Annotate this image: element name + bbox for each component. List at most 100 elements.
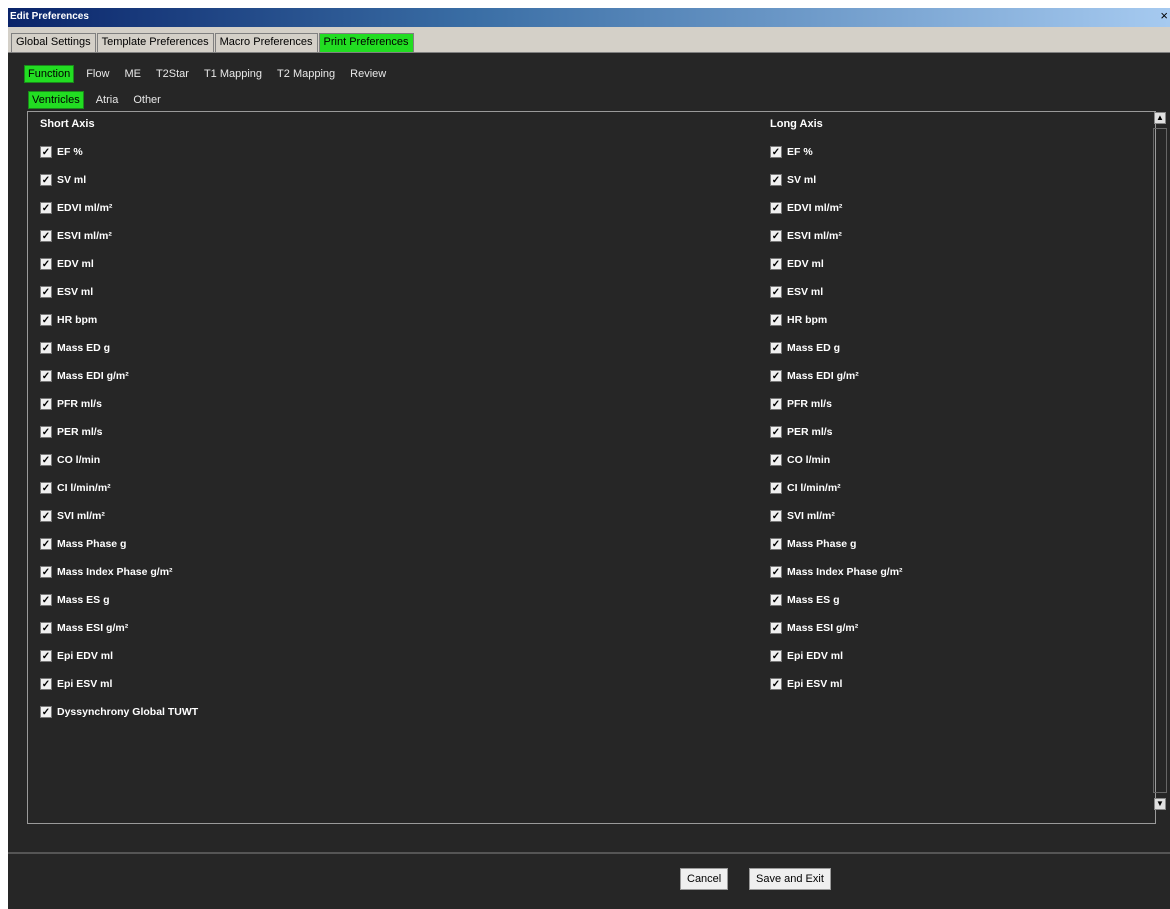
scroll-down-icon[interactable]: ▼ — [1154, 798, 1166, 810]
long-axis-checkbox-row[interactable]: ✓ CO l/min — [770, 446, 903, 474]
cancel-button[interactable]: Cancel — [680, 868, 729, 890]
short-axis-checkbox-row[interactable]: ✓ Mass ESI g/m² — [40, 614, 198, 642]
checkbox-checked-icon[interactable]: ✓ — [770, 454, 782, 466]
short-axis-checkbox-row[interactable]: ✓ Mass ED g — [40, 334, 198, 362]
close-icon[interactable]: × — [1160, 8, 1168, 23]
short-axis-checkbox-row[interactable]: ✓ ESVI ml/m² — [40, 222, 198, 250]
long-axis-checkbox-row[interactable]: ✓ ESV ml — [770, 278, 903, 306]
checkbox-checked-icon[interactable]: ✓ — [770, 370, 782, 382]
checkbox-checked-icon[interactable]: ✓ — [770, 566, 782, 578]
short-axis-checkbox-row[interactable]: ✓ CO l/min — [40, 446, 198, 474]
tab-t2-mapping[interactable]: T2 Mapping — [274, 66, 338, 82]
short-axis-checkbox-row[interactable]: ✓ Epi ESV ml — [40, 670, 198, 698]
checkbox-checked-icon[interactable]: ✓ — [770, 398, 782, 410]
long-axis-checkbox-row[interactable]: ✓ ESVI ml/m² — [770, 222, 903, 250]
checkbox-checked-icon[interactable]: ✓ — [40, 342, 52, 354]
short-axis-checkbox-row[interactable]: ✓ EDVI ml/m² — [40, 194, 198, 222]
short-axis-checkbox-row[interactable]: ✓ PFR ml/s — [40, 390, 198, 418]
checkbox-checked-icon[interactable]: ✓ — [770, 482, 782, 494]
short-axis-checkbox-row[interactable]: ✓ HR bpm — [40, 306, 198, 334]
long-axis-checkbox-row[interactable]: ✓ PFR ml/s — [770, 390, 903, 418]
tab-atria[interactable]: Atria — [93, 92, 122, 108]
checkbox-checked-icon[interactable]: ✓ — [770, 594, 782, 606]
long-axis-checkbox-row[interactable]: ✓ Mass EDI g/m² — [770, 362, 903, 390]
checkbox-checked-icon[interactable]: ✓ — [770, 342, 782, 354]
checkbox-checked-icon[interactable]: ✓ — [40, 594, 52, 606]
tab-me[interactable]: ME — [121, 66, 144, 82]
checkbox-checked-icon[interactable]: ✓ — [770, 230, 782, 242]
short-axis-checkbox-row[interactable]: ✓ SV ml — [40, 166, 198, 194]
checkbox-checked-icon[interactable]: ✓ — [40, 314, 52, 326]
short-axis-checkbox-row[interactable]: ✓ Mass Index Phase g/m² — [40, 558, 198, 586]
checkbox-checked-icon[interactable]: ✓ — [40, 482, 52, 494]
tab-ventricles[interactable]: Ventricles — [28, 91, 84, 109]
long-axis-checkbox-row[interactable]: ✓ Epi EDV ml — [770, 642, 903, 670]
checkbox-checked-icon[interactable]: ✓ — [40, 286, 52, 298]
short-axis-checkbox-row[interactable]: ✓ Mass ES g — [40, 586, 198, 614]
checkbox-checked-icon[interactable]: ✓ — [40, 426, 52, 438]
short-axis-checkbox-row[interactable]: ✓ ESV ml — [40, 278, 198, 306]
checkbox-checked-icon[interactable]: ✓ — [40, 510, 52, 522]
checkbox-checked-icon[interactable]: ✓ — [770, 650, 782, 662]
long-axis-checkbox-row[interactable]: ✓ Mass ES g — [770, 586, 903, 614]
long-axis-checkbox-row[interactable]: ✓ Mass Index Phase g/m² — [770, 558, 903, 586]
short-axis-checkbox-row[interactable]: ✓ Epi EDV ml — [40, 642, 198, 670]
checkbox-checked-icon[interactable]: ✓ — [40, 174, 52, 186]
save-and-exit-button[interactable]: Save and Exit — [749, 868, 831, 890]
tab-function[interactable]: Function — [24, 65, 75, 83]
short-axis-checkbox-row[interactable]: ✓ SVI ml/m² — [40, 502, 198, 530]
short-axis-checkbox-row[interactable]: ✓ Mass Phase g — [40, 530, 198, 558]
long-axis-checkbox-row[interactable]: ✓ PER ml/s — [770, 418, 903, 446]
checkbox-checked-icon[interactable]: ✓ — [770, 146, 782, 158]
long-axis-checkbox-row[interactable]: ✓ HR bpm — [770, 306, 903, 334]
checkbox-checked-icon[interactable]: ✓ — [40, 650, 52, 662]
tab-review[interactable]: Review — [347, 66, 389, 82]
scroll-up-icon[interactable]: ▲ — [1154, 112, 1166, 124]
long-axis-checkbox-row[interactable]: ✓ EF % — [770, 138, 903, 166]
checkbox-checked-icon[interactable]: ✓ — [40, 622, 52, 634]
tab-global-settings[interactable]: Global Settings — [11, 33, 96, 52]
checkbox-checked-icon[interactable]: ✓ — [40, 370, 52, 382]
checkbox-checked-icon[interactable]: ✓ — [40, 454, 52, 466]
scroll-track[interactable] — [1153, 128, 1167, 793]
tab-t1-mapping[interactable]: T1 Mapping — [201, 66, 265, 82]
checkbox-checked-icon[interactable]: ✓ — [40, 398, 52, 410]
long-axis-checkbox-row[interactable]: ✓ Mass ESI g/m² — [770, 614, 903, 642]
long-axis-checkbox-row[interactable]: ✓ SV ml — [770, 166, 903, 194]
checkbox-checked-icon[interactable]: ✓ — [770, 678, 782, 690]
checkbox-checked-icon[interactable]: ✓ — [770, 426, 782, 438]
checkbox-checked-icon[interactable]: ✓ — [770, 314, 782, 326]
checkbox-checked-icon[interactable]: ✓ — [770, 202, 782, 214]
tab-other[interactable]: Other — [130, 92, 164, 108]
short-axis-checkbox-row[interactable]: ✓ CI l/min/m² — [40, 474, 198, 502]
tab-flow[interactable]: Flow — [83, 66, 112, 82]
long-axis-checkbox-row[interactable]: ✓ EDV ml — [770, 250, 903, 278]
checkbox-checked-icon[interactable]: ✓ — [770, 258, 782, 270]
checkbox-checked-icon[interactable]: ✓ — [40, 258, 52, 270]
long-axis-checkbox-row[interactable]: ✓ CI l/min/m² — [770, 474, 903, 502]
checkbox-checked-icon[interactable]: ✓ — [770, 286, 782, 298]
checkbox-checked-icon[interactable]: ✓ — [40, 678, 52, 690]
checkbox-checked-icon[interactable]: ✓ — [40, 146, 52, 158]
checkbox-checked-icon[interactable]: ✓ — [770, 510, 782, 522]
tab-print-preferences[interactable]: Print Preferences — [318, 33, 414, 52]
checkbox-checked-icon[interactable]: ✓ — [770, 538, 782, 550]
checkbox-checked-icon[interactable]: ✓ — [40, 706, 52, 718]
tab-template-preferences[interactable]: Template Preferences — [96, 33, 214, 52]
tab-t2star[interactable]: T2Star — [153, 66, 192, 82]
checkbox-checked-icon[interactable]: ✓ — [770, 622, 782, 634]
checkbox-checked-icon[interactable]: ✓ — [40, 566, 52, 578]
long-axis-checkbox-row[interactable]: ✓ Mass Phase g — [770, 530, 903, 558]
short-axis-checkbox-row[interactable]: ✓ PER ml/s — [40, 418, 198, 446]
checkbox-checked-icon[interactable]: ✓ — [40, 230, 52, 242]
vertical-scrollbar[interactable]: ▲ ▼ — [1152, 112, 1170, 827]
checkbox-checked-icon[interactable]: ✓ — [40, 538, 52, 550]
long-axis-checkbox-row[interactable]: ✓ SVI ml/m² — [770, 502, 903, 530]
short-axis-checkbox-row[interactable]: ✓ Mass EDI g/m² — [40, 362, 198, 390]
short-axis-checkbox-row[interactable]: ✓ EF % — [40, 138, 198, 166]
long-axis-checkbox-row[interactable]: ✓ Epi ESV ml — [770, 670, 903, 698]
checkbox-checked-icon[interactable]: ✓ — [770, 174, 782, 186]
checkbox-checked-icon[interactable]: ✓ — [40, 202, 52, 214]
long-axis-checkbox-row[interactable]: ✓ EDVI ml/m² — [770, 194, 903, 222]
long-axis-checkbox-row[interactable]: ✓ Mass ED g — [770, 334, 903, 362]
